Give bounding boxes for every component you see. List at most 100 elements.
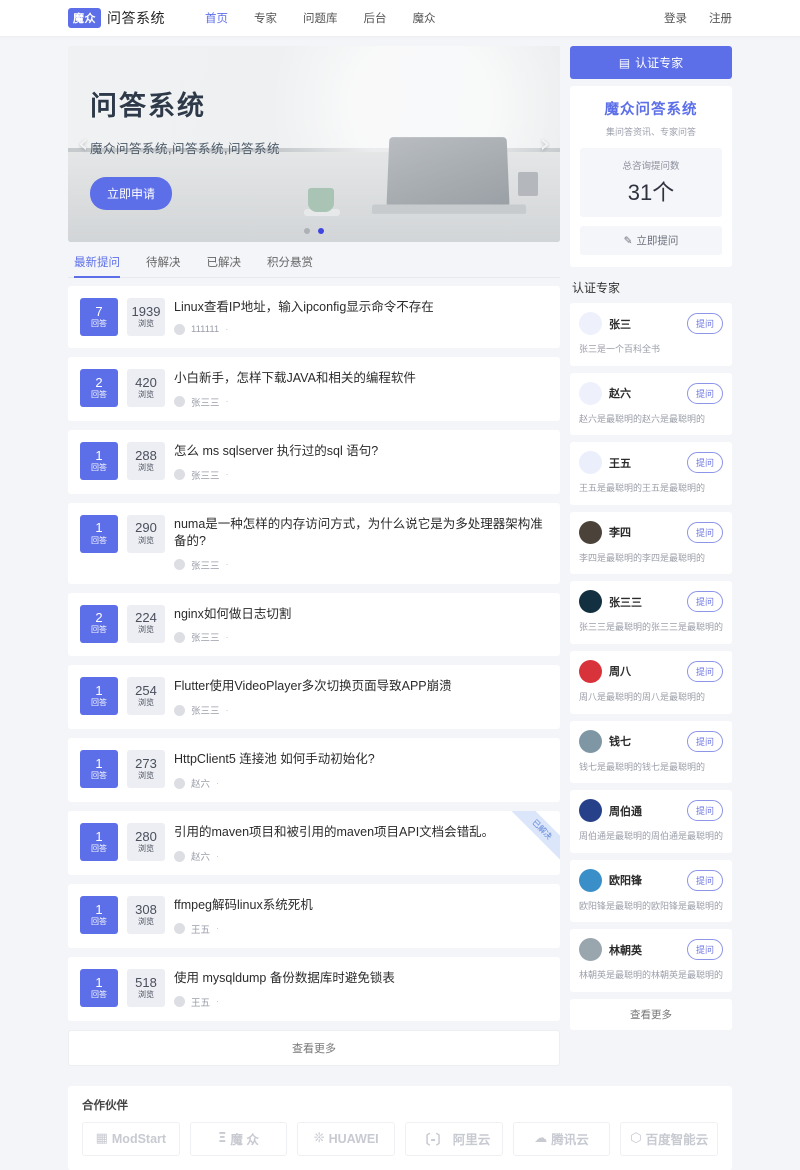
register-link[interactable]: 注册 <box>709 10 732 26</box>
expert-ask-button[interactable]: 提问 <box>686 521 723 543</box>
question-author[interactable]: 张三三 <box>191 395 220 409</box>
tab-pending[interactable]: 待解决 <box>146 254 181 270</box>
partner-logo[interactable]: ☁ 腾讯云 <box>512 1121 611 1156</box>
tab-latest[interactable]: 最新提问 <box>74 254 120 278</box>
stat-caption: 总咨询提问数 <box>622 161 680 172</box>
question-title[interactable]: 怎么 ms sqlserver 执行过的sql 语句? <box>174 443 378 460</box>
view-count-badge: 420 浏览 <box>127 369 165 407</box>
tab-solved[interactable]: 已解决 <box>207 254 242 270</box>
question-title[interactable]: Flutter使用VideoPlayer多次切换页面导致APP崩溃 <box>174 678 452 695</box>
nav-item-question-bank[interactable]: 问题库 <box>303 10 338 26</box>
partner-logo[interactable]: 〔-〕 阿里云 <box>405 1121 503 1156</box>
question-item[interactable]: 2 回答 420 浏览 小白新手，怎样下载JAVA和相关的编程软件 张三三 · <box>68 357 560 421</box>
expert-header: 张三三 提问 <box>579 590 723 614</box>
question-author[interactable]: 赵六 <box>191 849 210 863</box>
expert-ask-button[interactable]: 提问 <box>686 939 723 961</box>
question-title[interactable]: 引用的maven项目和被引用的maven项目API文档会错乱。 <box>174 824 494 841</box>
answer-count-label: 回答 <box>91 844 107 854</box>
view-count-value: 1939 <box>131 303 161 319</box>
partner-logo[interactable]: ▦ ModStart <box>82 1121 180 1156</box>
question-author[interactable]: 张三三 <box>191 468 220 482</box>
expert-card[interactable]: 周八 提问 周八是最聪明的周八是最聪明的 <box>570 650 732 714</box>
question-author[interactable]: 张三三 <box>191 703 220 717</box>
expert-card[interactable]: 李四 提问李四是最聪明的李四是最聪明的 <box>570 511 732 575</box>
question-author[interactable]: 张三三 <box>191 630 220 644</box>
question-item[interactable]: 1 回答 518 浏览 使用 mysqldump 备份数据库时避免锁表 王五 · <box>68 956 560 1021</box>
load-more-questions-button[interactable]: 查看更多 <box>68 1029 560 1066</box>
question-author[interactable]: 王五 <box>191 922 210 936</box>
tab-bounty[interactable]: 积分悬赏 <box>267 254 313 270</box>
question-title[interactable]: nginx如何做日志切割 <box>174 606 291 623</box>
question-author[interactable]: 111111 <box>191 324 219 335</box>
expert-card[interactable]: 王五 提问 王五是最聪明的王五是最聪明的 <box>570 442 732 505</box>
answer-count-badge: 1 回答 <box>80 750 118 789</box>
solved-ribbon: 已解决 <box>506 811 560 866</box>
answer-count-badge: 1 回答 <box>80 823 118 862</box>
expert-ask-button[interactable]: 提问 <box>686 591 723 613</box>
view-count-label: 浏览 <box>138 389 154 399</box>
apply-now-button[interactable]: 立即申请 <box>90 177 173 210</box>
avatar <box>579 799 602 823</box>
expert-card[interactable]: 张三三 提问 张三三是最聪明的张三三是最聪明的 <box>570 581 732 644</box>
nav-item-home[interactable]: 首页 <box>205 10 228 26</box>
question-item[interactable]: 7 回答 1939 浏览 Linux查看IP地址，输入ipconfig显示命令不存在 11… <box>68 286 560 348</box>
question-author[interactable]: 赵六 <box>191 776 210 790</box>
meta-separator: · <box>216 996 220 1008</box>
question-title[interactable]: Linux查看IP地址，输入ipconfig显示命令不存在 <box>174 299 434 316</box>
expert-card[interactable]: 张三 提问 张三是一个百科全书 <box>570 303 732 366</box>
expert-ask-button[interactable]: 提问 <box>686 660 723 682</box>
expert-header: 林朝英 提问 <box>579 938 723 962</box>
expert-description: 李四是最聪明的李四是最聪明的 <box>579 552 706 563</box>
question-item[interactable]: 1 回答 290 浏览 numa是一种怎样的内存访问方式，为什么说它是为多处理器架构准备… <box>68 502 560 584</box>
partner-logo[interactable]: Ξ魔 众 <box>189 1121 288 1156</box>
question-item[interactable]: 2 回答 224 浏览 nginx如何做日志切割 张三三 · <box>68 592 560 657</box>
question-body: 小白新手，怎样下载JAVA和相关的编程软件 张三三 · <box>174 369 416 409</box>
question-item[interactable]: 1 回答 273 浏览 HttpClient5 连接池 如何手动初始化? 赵六 · <box>68 738 560 803</box>
view-count-label: 浏览 <box>138 462 154 472</box>
partner-logo[interactable]: ⬡ 百度智能云 <box>620 1121 719 1156</box>
expert-card[interactable]: 林朝英 提问 林朝英是最聪明的林朝英是最聪明的 <box>570 929 732 992</box>
carousel-next-icon[interactable]: › <box>540 131 550 157</box>
carousel-dot-1[interactable] <box>304 228 310 234</box>
question-item[interactable]: 1 回答 288 浏览 怎么 ms sqlserver 执行过的sql 语句? 张三三 · <box>68 429 560 494</box>
partner-logo-label: HUAWEI <box>328 1131 379 1146</box>
partner-logo[interactable]: ❊ HUAWEI <box>297 1121 396 1156</box>
question-author[interactable]: 王五 <box>191 995 210 1009</box>
expert-ask-button[interactable]: 提问 <box>686 869 723 891</box>
answer-count-value: 1 <box>95 974 103 990</box>
login-link[interactable]: 登录 <box>664 10 687 26</box>
question-title[interactable]: 使用 mysqldump 备份数据库时避免锁表 <box>174 970 395 987</box>
expert-card[interactable]: 赵六 提问 赵六是最聪明的赵六是最聪明的 <box>570 372 732 436</box>
ask-now-button[interactable]: ✎ 立即提问 <box>580 226 722 255</box>
hero-carousel[interactable]: 问答系统 魔众问答系统,问答系统,问答系统 立即申请 ‹ › <box>68 46 560 242</box>
nav-item-experts[interactable]: 专家 <box>254 10 277 26</box>
expert-ask-button[interactable]: 提问 <box>686 800 723 822</box>
expert-name: 李四 <box>609 527 631 540</box>
question-author[interactable]: 张三三 <box>191 558 220 572</box>
expert-ask-button[interactable]: 提问 <box>686 313 723 334</box>
question-item[interactable]: 1 回答 308 浏览 ffmpeg解码linux系统死机 王五 · <box>68 884 560 948</box>
expert-ask-button[interactable]: 提问 <box>686 382 723 404</box>
carousel-prev-icon[interactable]: ‹ <box>78 131 88 157</box>
nav-item-mozhong[interactable]: 魔众 <box>413 10 436 26</box>
question-title[interactable]: HttpClient5 连接池 如何手动初始化? <box>174 751 375 768</box>
expert-card[interactable]: 钱七 提问 钱七是最聪明的钱七是最聪明的 <box>570 720 732 784</box>
carousel-dot-2[interactable] <box>318 228 324 234</box>
partner-logo-label: 阿里云 <box>452 1133 491 1148</box>
question-item[interactable]: 1 回答 254 浏览 Flutter使用VideoPlayer多次切换页面导致APP崩… <box>68 665 560 730</box>
brand-logo[interactable]: 魔众 问答系统 <box>68 8 165 28</box>
meta-separator: · <box>216 850 220 862</box>
answer-count-label: 回答 <box>91 535 107 545</box>
nav-item-admin[interactable]: 后台 <box>364 10 387 26</box>
load-more-experts-button[interactable]: 查看更多 <box>570 998 732 1030</box>
expert-ask-button[interactable]: 提问 <box>686 452 723 474</box>
question-title[interactable]: 小白新手，怎样下载JAVA和相关的编程软件 <box>174 370 416 387</box>
question-title[interactable]: ffmpeg解码linux系统死机 <box>174 897 313 914</box>
site-info-card: 魔众问答系统 集问答资讯、专家问答 总咨询提问数 31个 ✎ 立即提问 <box>570 86 732 267</box>
question-title[interactable]: numa是一种怎样的内存访问方式，为什么说它是为多处理器架构准备的? <box>174 516 548 550</box>
expert-card[interactable]: 欧阳锋 提问 欧阳锋是最聪明的欧阳锋是最聪明的 <box>570 859 732 923</box>
expert-description: 周伯通是最聪明的周伯通是最聪明的 <box>579 831 724 842</box>
expert-ask-button[interactable]: 提问 <box>686 730 723 752</box>
expert-card[interactable]: 周伯通 提问 周伯通是最聪明的周伯通是最聪明的 <box>570 790 732 853</box>
question-item[interactable]: 1 回答 280 浏览 引用的maven项目和被引用的maven项目API文档会错乱。赵… <box>68 811 560 875</box>
